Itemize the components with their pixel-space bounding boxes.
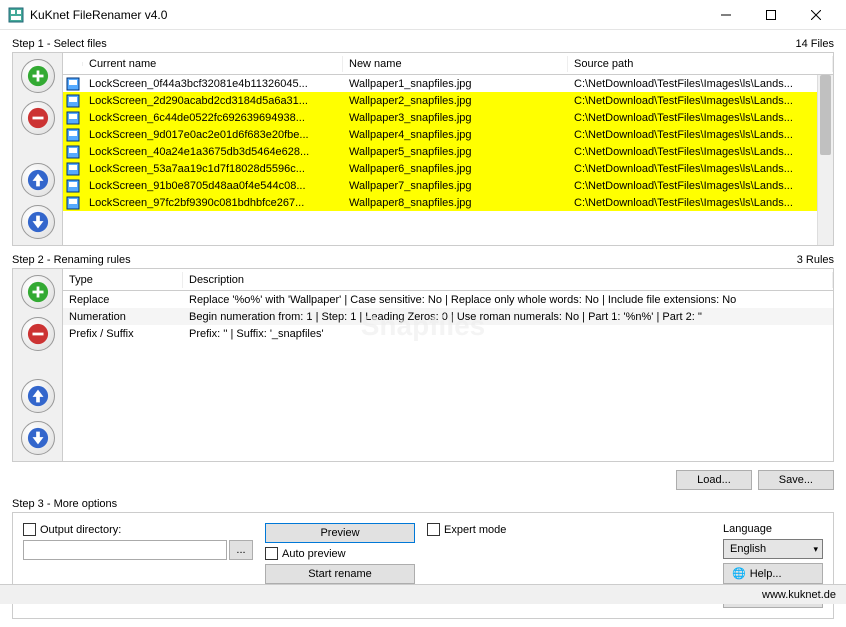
cell-source-path: C:\NetDownload\TestFiles\Images\ls\Lands… xyxy=(568,77,833,91)
expert-mode-checkbox[interactable] xyxy=(427,523,440,536)
rule-row[interactable]: ReplaceReplace '%o%' with 'Wallpaper' | … xyxy=(63,291,833,308)
cell-source-path: C:\NetDownload\TestFiles\Images\ls\Lands… xyxy=(568,179,833,193)
language-label: Language xyxy=(723,523,823,535)
step2-label: Step 2 - Renaming rules xyxy=(12,254,131,266)
cell-source-path: C:\NetDownload\TestFiles\Images\ls\Lands… xyxy=(568,111,833,125)
help-icon: 🌐 xyxy=(732,567,746,580)
remove-files-button[interactable] xyxy=(21,101,55,135)
expert-mode-label: Expert mode xyxy=(444,524,506,536)
app-icon xyxy=(8,7,24,23)
rule-row[interactable]: NumerationBegin numeration from: 1 | Ste… xyxy=(63,308,833,325)
cell-new-name: Wallpaper8_snapfiles.jpg xyxy=(343,196,568,210)
file-row[interactable]: LockScreen_2d290acabd2cd3184d5a6a31...Wa… xyxy=(63,92,833,109)
col-source-path[interactable]: Source path xyxy=(568,56,833,72)
rules-table-body[interactable]: ReplaceReplace '%o%' with 'Wallpaper' | … xyxy=(63,291,833,461)
output-dir-checkbox[interactable] xyxy=(23,523,36,536)
file-row[interactable]: LockScreen_40a24e1a3675db3d5464e628...Wa… xyxy=(63,143,833,160)
col-description[interactable]: Description xyxy=(183,272,833,288)
file-row[interactable]: LockScreen_0f44a3bcf32081e4b11326045...W… xyxy=(63,75,833,92)
files-table-header: Current name New name Source path xyxy=(63,53,833,75)
cell-rule-desc: Prefix: '' | Suffix: '_snapfiles' xyxy=(183,327,833,341)
file-row[interactable]: LockScreen_97fc2bf9390c081bdhbfce267...W… xyxy=(63,194,833,211)
browse-button[interactable]: ... xyxy=(229,540,253,560)
add-files-button[interactable] xyxy=(21,59,55,93)
file-icon xyxy=(63,127,83,143)
move-down-button[interactable] xyxy=(21,205,55,239)
remove-rule-button[interactable] xyxy=(21,317,55,351)
maximize-button[interactable] xyxy=(748,1,793,29)
col-type[interactable]: Type xyxy=(63,272,183,288)
step2-rule-count: 3 Rules xyxy=(797,254,834,266)
file-icon xyxy=(63,195,83,211)
close-button[interactable] xyxy=(793,1,838,29)
cell-rule-type: Numeration xyxy=(63,310,183,324)
files-table-body[interactable]: LockScreen_0f44a3bcf32081e4b11326045...W… xyxy=(63,75,833,245)
load-button[interactable]: Load... xyxy=(676,470,752,490)
step1-panel: Current name New name Source path LockSc… xyxy=(12,52,834,246)
file-row[interactable]: LockScreen_6c44de0522fc692639694938...Wa… xyxy=(63,109,833,126)
minimize-button[interactable] xyxy=(703,1,748,29)
step1-label: Step 1 - Select files xyxy=(12,38,107,50)
output-dir-input[interactable] xyxy=(23,540,227,560)
cell-current-name: LockScreen_53a7aa19c1d7f18028d5596c... xyxy=(83,162,343,176)
cell-current-name: LockScreen_91b0e8705d48aa0f4e544c08... xyxy=(83,179,343,193)
file-icon xyxy=(63,110,83,126)
col-new-name[interactable]: New name xyxy=(343,56,568,72)
cell-new-name: Wallpaper4_snapfiles.jpg xyxy=(343,128,568,142)
file-icon xyxy=(63,178,83,194)
start-rename-button[interactable]: Start rename xyxy=(265,564,415,584)
language-dropdown[interactable]: English xyxy=(723,539,823,559)
cell-source-path: C:\NetDownload\TestFiles\Images\ls\Lands… xyxy=(568,94,833,108)
status-bar: www.kuknet.de xyxy=(0,584,846,604)
cell-current-name: LockScreen_97fc2bf9390c081bdhbfce267... xyxy=(83,196,343,210)
cell-source-path: C:\NetDownload\TestFiles\Images\ls\Lands… xyxy=(568,145,833,159)
cell-new-name: Wallpaper5_snapfiles.jpg xyxy=(343,145,568,159)
cell-source-path: C:\NetDownload\TestFiles\Images\ls\Lands… xyxy=(568,196,833,210)
cell-rule-type: Replace xyxy=(63,293,183,307)
save-button[interactable]: Save... xyxy=(758,470,834,490)
step3-label: Step 3 - More options xyxy=(12,498,117,510)
move-up-button[interactable] xyxy=(21,163,55,197)
step1-file-count: 14 Files xyxy=(795,38,834,50)
file-row[interactable]: LockScreen_53a7aa19c1d7f18028d5596c...Wa… xyxy=(63,160,833,177)
output-dir-label: Output directory: xyxy=(40,524,121,536)
rule-row[interactable]: Prefix / SuffixPrefix: '' | Suffix: '_sn… xyxy=(63,325,833,342)
rule-move-up-button[interactable] xyxy=(21,379,55,413)
cell-source-path: C:\NetDownload\TestFiles\Images\ls\Lands… xyxy=(568,128,833,142)
files-scrollbar[interactable] xyxy=(817,75,833,245)
add-rule-button[interactable] xyxy=(21,275,55,309)
cell-rule-desc: Replace '%o%' with 'Wallpaper' | Case se… xyxy=(183,293,833,307)
cell-rule-desc: Begin numeration from: 1 | Step: 1 | Lea… xyxy=(183,310,833,324)
col-current-name[interactable]: Current name xyxy=(83,56,343,72)
file-icon xyxy=(63,76,83,92)
cell-new-name: Wallpaper2_snapfiles.jpg xyxy=(343,94,568,108)
file-icon xyxy=(63,93,83,109)
cell-rule-type: Prefix / Suffix xyxy=(63,327,183,341)
cell-new-name: Wallpaper3_snapfiles.jpg xyxy=(343,111,568,125)
rules-table-header: Type Description xyxy=(63,269,833,291)
file-row[interactable]: LockScreen_91b0e8705d48aa0f4e544c08...Wa… xyxy=(63,177,833,194)
cell-current-name: LockScreen_9d017e0ac2e01d6f683e20fbe... xyxy=(83,128,343,142)
cell-source-path: C:\NetDownload\TestFiles\Images\ls\Lands… xyxy=(568,162,833,176)
file-icon xyxy=(63,144,83,160)
cell-new-name: Wallpaper6_snapfiles.jpg xyxy=(343,162,568,176)
auto-preview-checkbox[interactable] xyxy=(265,547,278,560)
cell-new-name: Wallpaper1_snapfiles.jpg xyxy=(343,77,568,91)
titlebar: KuKnet FileRenamer v4.0 xyxy=(0,0,846,30)
cell-current-name: LockScreen_40a24e1a3675db3d5464e628... xyxy=(83,145,343,159)
auto-preview-label: Auto preview xyxy=(282,548,346,560)
help-button[interactable]: 🌐Help... xyxy=(723,563,823,584)
cell-current-name: LockScreen_6c44de0522fc692639694938... xyxy=(83,111,343,125)
preview-button[interactable]: Preview xyxy=(265,523,415,543)
file-icon xyxy=(63,161,83,177)
rule-move-down-button[interactable] xyxy=(21,421,55,455)
cell-current-name: LockScreen_2d290acabd2cd3184d5a6a31... xyxy=(83,94,343,108)
window-title: KuKnet FileRenamer v4.0 xyxy=(30,8,703,22)
status-url: www.kuknet.de xyxy=(762,589,836,601)
file-row[interactable]: LockScreen_9d017e0ac2e01d6f683e20fbe...W… xyxy=(63,126,833,143)
cell-current-name: LockScreen_0f44a3bcf32081e4b11326045... xyxy=(83,77,343,91)
step2-panel: Type Description ReplaceReplace '%o%' wi… xyxy=(12,268,834,462)
cell-new-name: Wallpaper7_snapfiles.jpg xyxy=(343,179,568,193)
